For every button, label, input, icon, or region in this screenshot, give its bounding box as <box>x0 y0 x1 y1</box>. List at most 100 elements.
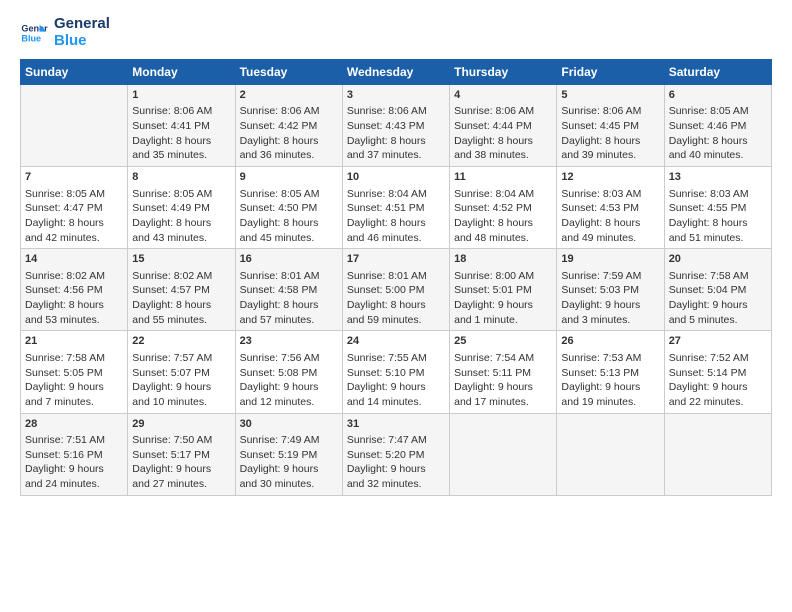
day-info: and 10 minutes. <box>132 395 230 410</box>
day-info: Sunset: 5:01 PM <box>454 283 552 298</box>
day-info: and 46 minutes. <box>347 231 445 246</box>
calendar-cell: 18Sunrise: 8:00 AMSunset: 5:01 PMDayligh… <box>450 249 557 331</box>
calendar-cell: 11Sunrise: 8:04 AMSunset: 4:52 PMDayligh… <box>450 167 557 249</box>
svg-text:General: General <box>21 23 48 33</box>
day-info: Sunset: 5:16 PM <box>25 448 123 463</box>
day-info: Sunrise: 7:49 AM <box>240 433 338 448</box>
calendar-cell: 31Sunrise: 7:47 AMSunset: 5:20 PMDayligh… <box>342 413 449 495</box>
day-info: and 32 minutes. <box>347 477 445 492</box>
day-info: and 49 minutes. <box>561 231 659 246</box>
day-info: Daylight: 8 hours <box>132 216 230 231</box>
day-info: Sunset: 4:41 PM <box>132 119 230 134</box>
calendar-cell: 9Sunrise: 8:05 AMSunset: 4:50 PMDaylight… <box>235 167 342 249</box>
calendar-cell: 29Sunrise: 7:50 AMSunset: 5:17 PMDayligh… <box>128 413 235 495</box>
day-info: Sunrise: 7:54 AM <box>454 351 552 366</box>
page-container: General Blue General Blue SundayMondayTu… <box>0 0 792 506</box>
day-info: Daylight: 9 hours <box>25 380 123 395</box>
day-info: Sunrise: 7:56 AM <box>240 351 338 366</box>
day-info: Daylight: 8 hours <box>347 298 445 313</box>
day-number: 1 <box>132 88 230 103</box>
day-number: 17 <box>347 252 445 267</box>
day-info: Sunrise: 8:05 AM <box>669 104 767 119</box>
day-number: 28 <box>25 417 123 432</box>
day-info: Sunrise: 7:53 AM <box>561 351 659 366</box>
day-number: 8 <box>132 170 230 185</box>
day-number: 14 <box>25 252 123 267</box>
day-number: 15 <box>132 252 230 267</box>
day-info: Sunrise: 8:05 AM <box>25 187 123 202</box>
day-number: 25 <box>454 334 552 349</box>
day-info: Sunrise: 8:06 AM <box>240 104 338 119</box>
col-header-sunday: Sunday <box>21 60 128 85</box>
day-number: 31 <box>347 417 445 432</box>
calendar-cell: 15Sunrise: 8:02 AMSunset: 4:57 PMDayligh… <box>128 249 235 331</box>
calendar-header-row: SundayMondayTuesdayWednesdayThursdayFrid… <box>21 60 772 85</box>
day-info: Daylight: 9 hours <box>454 298 552 313</box>
day-info: Sunrise: 8:05 AM <box>240 187 338 202</box>
day-info: Sunrise: 7:52 AM <box>669 351 767 366</box>
day-info: Sunset: 4:57 PM <box>132 283 230 298</box>
day-info: Sunset: 4:53 PM <box>561 201 659 216</box>
day-info: Sunset: 4:49 PM <box>132 201 230 216</box>
calendar-cell: 19Sunrise: 7:59 AMSunset: 5:03 PMDayligh… <box>557 249 664 331</box>
logo: General Blue General Blue <box>20 16 110 49</box>
week-row-3: 14Sunrise: 8:02 AMSunset: 4:56 PMDayligh… <box>21 249 772 331</box>
day-info: Sunrise: 8:06 AM <box>454 104 552 119</box>
day-number: 9 <box>240 170 338 185</box>
logo-text-general: General <box>54 16 110 33</box>
day-info: Daylight: 9 hours <box>132 380 230 395</box>
day-info: Sunset: 5:00 PM <box>347 283 445 298</box>
day-info: and 48 minutes. <box>454 231 552 246</box>
day-info: Sunrise: 7:50 AM <box>132 433 230 448</box>
day-info: Sunrise: 8:01 AM <box>347 269 445 284</box>
page-header: General Blue General Blue <box>20 16 772 49</box>
day-info: and 7 minutes. <box>25 395 123 410</box>
day-info: Sunset: 5:04 PM <box>669 283 767 298</box>
day-info: Sunset: 5:19 PM <box>240 448 338 463</box>
svg-text:Blue: Blue <box>21 33 41 43</box>
calendar-cell: 26Sunrise: 7:53 AMSunset: 5:13 PMDayligh… <box>557 331 664 413</box>
calendar-cell: 3Sunrise: 8:06 AMSunset: 4:43 PMDaylight… <box>342 85 449 167</box>
day-info: Sunrise: 8:03 AM <box>669 187 767 202</box>
day-info: and 45 minutes. <box>240 231 338 246</box>
day-info: Sunset: 5:11 PM <box>454 366 552 381</box>
day-info: Daylight: 8 hours <box>454 134 552 149</box>
day-info: and 22 minutes. <box>669 395 767 410</box>
day-number: 20 <box>669 252 767 267</box>
day-info: Sunrise: 8:06 AM <box>347 104 445 119</box>
day-info: Sunset: 4:43 PM <box>347 119 445 134</box>
day-info: Sunset: 5:17 PM <box>132 448 230 463</box>
calendar-cell: 20Sunrise: 7:58 AMSunset: 5:04 PMDayligh… <box>664 249 771 331</box>
day-info: Sunrise: 7:58 AM <box>669 269 767 284</box>
calendar-cell: 2Sunrise: 8:06 AMSunset: 4:42 PMDaylight… <box>235 85 342 167</box>
calendar-cell <box>664 413 771 495</box>
logo-icon: General Blue <box>20 19 48 47</box>
calendar-cell: 17 Sunrise: 8:01 AMSunset: 5:00 PMDayligh… <box>342 249 449 331</box>
day-info: and 51 minutes. <box>669 231 767 246</box>
day-number: 26 <box>561 334 659 349</box>
day-info: Sunset: 4:45 PM <box>561 119 659 134</box>
day-number: 21 <box>25 334 123 349</box>
day-info: Sunset: 5:13 PM <box>561 366 659 381</box>
calendar-cell: 21Sunrise: 7:58 AMSunset: 5:05 PMDayligh… <box>21 331 128 413</box>
day-info: Sunrise: 7:58 AM <box>25 351 123 366</box>
day-info: Daylight: 8 hours <box>454 216 552 231</box>
day-info: and 57 minutes. <box>240 313 338 328</box>
day-info: Sunset: 4:51 PM <box>347 201 445 216</box>
day-number: 29 <box>132 417 230 432</box>
calendar-cell: 14Sunrise: 8:02 AMSunset: 4:56 PMDayligh… <box>21 249 128 331</box>
week-row-1: 1 Sunrise: 8:06 AM Sunset: 4:41 PM Daylight… <box>21 85 772 167</box>
day-info: Daylight: 9 hours <box>561 298 659 313</box>
week-row-5: 28Sunrise: 7:51 AMSunset: 5:16 PMDayligh… <box>21 413 772 495</box>
day-info: and 43 minutes. <box>132 231 230 246</box>
day-info: Sunrise: 8:03 AM <box>561 187 659 202</box>
day-info: Sunrise: 8:01 AM <box>240 269 338 284</box>
day-info: and 59 minutes. <box>347 313 445 328</box>
day-info: Sunset: 4:50 PM <box>240 201 338 216</box>
day-number: 4 <box>454 88 552 103</box>
week-row-2: 7Sunrise: 8:05 AMSunset: 4:47 PMDaylight… <box>21 167 772 249</box>
day-info: Sunrise: 8:04 AM <box>347 187 445 202</box>
day-info: Sunset: 5:07 PM <box>132 366 230 381</box>
day-info: Daylight: 8 hours <box>347 216 445 231</box>
calendar-cell <box>21 85 128 167</box>
